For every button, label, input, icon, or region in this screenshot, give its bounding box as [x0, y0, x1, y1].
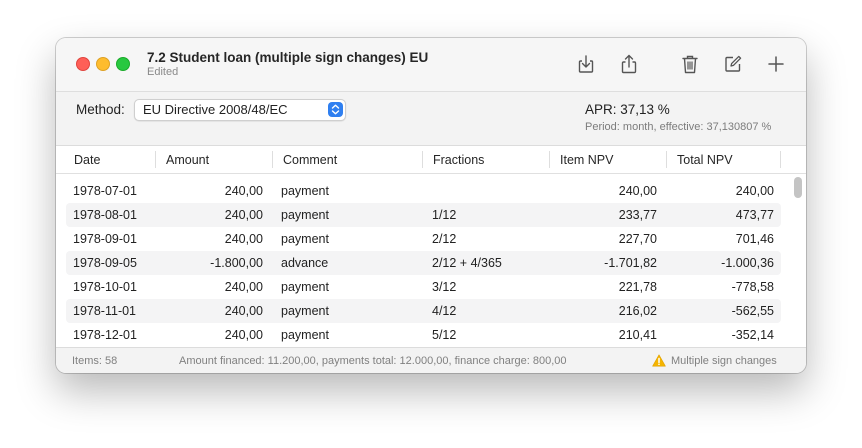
column-divider[interactable] [272, 151, 273, 168]
table-row[interactable]: 1978-12-01 240,00 payment 5/12 210,41 -3… [66, 323, 781, 346]
column-header-fractions[interactable]: Fractions [433, 153, 484, 167]
window-title: 7.2 Student loan (multiple sign changes)… [147, 50, 429, 65]
plus-icon [768, 56, 784, 72]
cell-total-npv: 701,46 [735, 232, 774, 246]
table-row[interactable]: 1978-09-05 -1.800,00 advance 2/12 + 4/36… [66, 251, 781, 275]
cell-total-npv: -352,14 [731, 328, 774, 342]
column-header-amount[interactable]: Amount [166, 153, 209, 167]
warning-text: Multiple sign changes [671, 355, 777, 367]
share-icon [621, 54, 637, 74]
cell-amount: 240,00 [224, 208, 263, 222]
select-chevron-icon [328, 102, 343, 117]
cell-date: 1978-09-05 [73, 256, 137, 270]
column-header-item-npv[interactable]: Item NPV [560, 153, 614, 167]
cell-date: 1978-11-01 [73, 304, 137, 318]
cell-fractions: 4/12 [432, 304, 457, 318]
cell-item-npv: 227,70 [618, 232, 657, 246]
column-divider[interactable] [155, 151, 156, 168]
cell-total-npv: 240,00 [735, 184, 774, 198]
apr-value: APR: 37,13 % [585, 102, 670, 117]
column-divider[interactable] [780, 151, 781, 168]
cell-date: 1978-10-01 [73, 280, 137, 294]
column-header-total-npv[interactable]: Total NPV [677, 153, 733, 167]
app-window: 7.2 Student loan (multiple sign changes)… [56, 38, 806, 373]
cell-fractions: 1/12 [432, 208, 457, 222]
table-row[interactable]: 1978-10-01 240,00 payment 3/12 221,78 -7… [66, 275, 781, 299]
cell-fractions: 5/12 [432, 328, 457, 342]
cell-item-npv: 221,78 [618, 280, 657, 294]
cell-total-npv: -1.000,36 [721, 256, 774, 270]
close-window-button[interactable] [76, 57, 90, 71]
column-header-date[interactable]: Date [74, 153, 100, 167]
download-button[interactable] [575, 53, 597, 75]
cell-item-npv: 216,02 [618, 304, 657, 318]
cell-comment: payment [281, 208, 329, 222]
cell-total-npv: -562,55 [731, 304, 774, 318]
table-row[interactable]: 1978-08-01 240,00 payment 1/12 233,77 47… [66, 203, 781, 227]
method-select[interactable]: EU Directive 2008/48/EC [134, 99, 346, 121]
cell-amount: 240,00 [224, 328, 263, 342]
period-info: Period: month, effective: 37,130807 % [585, 121, 772, 133]
cell-amount: 240,00 [224, 280, 263, 294]
table-header: Date Amount Comment Fractions Item NPV T… [56, 146, 806, 174]
cell-amount: -1.800,00 [210, 256, 263, 270]
column-header-comment[interactable]: Comment [283, 153, 337, 167]
cell-date: 1978-09-01 [73, 232, 137, 246]
table-row[interactable]: 1978-11-01 240,00 payment 4/12 216,02 -5… [66, 299, 781, 323]
delete-button[interactable] [679, 53, 701, 75]
cell-total-npv: -778,58 [731, 280, 774, 294]
cell-comment: payment [281, 328, 329, 342]
share-button[interactable] [618, 53, 640, 75]
table-row[interactable]: 1978-07-01 240,00 payment 240,00 240,00 [66, 179, 781, 203]
cell-comment: payment [281, 184, 329, 198]
loan-summary: Amount financed: 11.200,00, payments tot… [179, 355, 567, 367]
cell-date: 1978-08-01 [73, 208, 137, 222]
cell-date: 1978-12-01 [73, 328, 137, 342]
download-icon [578, 55, 594, 73]
edit-button[interactable] [722, 53, 744, 75]
method-label: Method: [76, 102, 125, 117]
column-divider[interactable] [666, 151, 667, 168]
cell-amount: 240,00 [224, 232, 263, 246]
zoom-window-button[interactable] [116, 57, 130, 71]
document-status: Edited [147, 66, 179, 78]
cell-item-npv: -1.701,82 [604, 256, 657, 270]
column-divider[interactable] [422, 151, 423, 168]
cell-item-npv: 240,00 [618, 184, 657, 198]
status-bar: Items: 58 Amount financed: 11.200,00, pa… [56, 347, 806, 373]
method-bar: Method: EU Directive 2008/48/EC APR: 37,… [56, 92, 806, 146]
cell-amount: 240,00 [224, 184, 263, 198]
table-row[interactable]: 1978-09-01 240,00 payment 2/12 227,70 70… [66, 227, 781, 251]
cell-fractions: 2/12 + 4/365 [432, 256, 502, 270]
table-body: 1978-07-01 240,00 payment 240,00 240,00 … [56, 174, 806, 346]
cell-fractions: 3/12 [432, 280, 457, 294]
cell-fractions: 2/12 [432, 232, 457, 246]
method-select-value: EU Directive 2008/48/EC [143, 102, 288, 117]
vertical-scrollbar[interactable] [794, 177, 802, 198]
title-bar: 7.2 Student loan (multiple sign changes)… [56, 38, 806, 92]
trash-icon [682, 55, 698, 74]
add-button[interactable] [765, 53, 787, 75]
minimize-window-button[interactable] [96, 57, 110, 71]
cell-comment: payment [281, 232, 329, 246]
cell-comment: advance [281, 256, 329, 270]
column-divider[interactable] [549, 151, 550, 168]
cell-comment: payment [281, 304, 329, 318]
cell-amount: 240,00 [224, 304, 263, 318]
cell-item-npv: 210,41 [618, 328, 657, 342]
cell-date: 1978-07-01 [73, 184, 137, 198]
cell-comment: payment [281, 280, 329, 294]
items-count: Items: 58 [72, 355, 118, 367]
warning-icon [652, 354, 666, 367]
cell-item-npv: 233,77 [618, 208, 657, 222]
compose-icon [725, 55, 742, 72]
cell-total-npv: 473,77 [735, 208, 774, 222]
